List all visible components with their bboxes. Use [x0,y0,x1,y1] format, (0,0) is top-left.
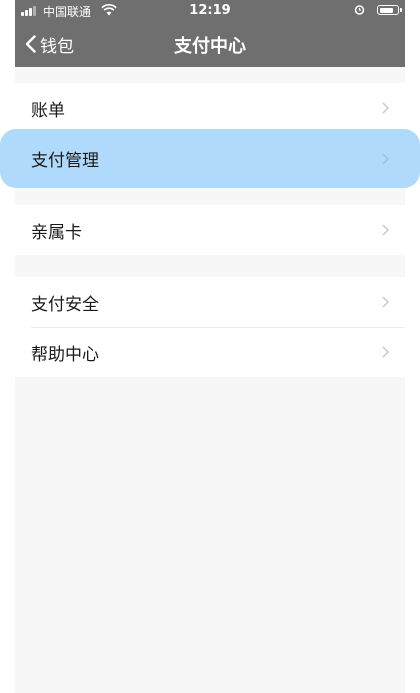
menu-item-payment-management[interactable]: 支付管理 [0,129,420,188]
menu-item-label: 账单 [31,100,65,121]
menu-item-payment-security[interactable]: 支付安全 [15,277,405,327]
menu-item-bill[interactable]: 账单 [15,83,405,133]
battery-icon [377,5,402,15]
status-bar: 中国联通 12:19 [15,0,405,22]
phone-screen: 中国联通 12:19 钱包 支付中心 账单 支付管理 亲属卡 支付安全 帮助中心 [0,0,420,693]
battery-level [379,7,394,13]
menu-group-2: 亲属卡 [15,205,405,255]
menu-group-3: 支付安全 帮助中心 [15,277,405,377]
alarm-icon [354,4,365,18]
page-title: 支付中心 [174,36,246,57]
menu-item-label: 支付管理 [31,151,99,171]
chevron-right-icon [382,346,389,358]
menu-item-label: 亲属卡 [31,222,82,243]
top-bar: 中国联通 12:19 钱包 支付中心 [15,0,405,67]
menu-item-help-center[interactable]: 帮助中心 [15,327,405,377]
chevron-right-icon [382,152,389,165]
menu-item-label: 帮助中心 [31,344,99,365]
chevron-right-icon [382,224,389,236]
chevron-right-icon [382,102,389,114]
menu-item-label: 支付安全 [31,294,99,315]
menu-item-family-card[interactable]: 亲属卡 [15,205,405,255]
chevron-right-icon [382,296,389,308]
navigation-bar: 钱包 支付中心 [15,22,405,67]
status-time: 12:19 [189,3,231,18]
